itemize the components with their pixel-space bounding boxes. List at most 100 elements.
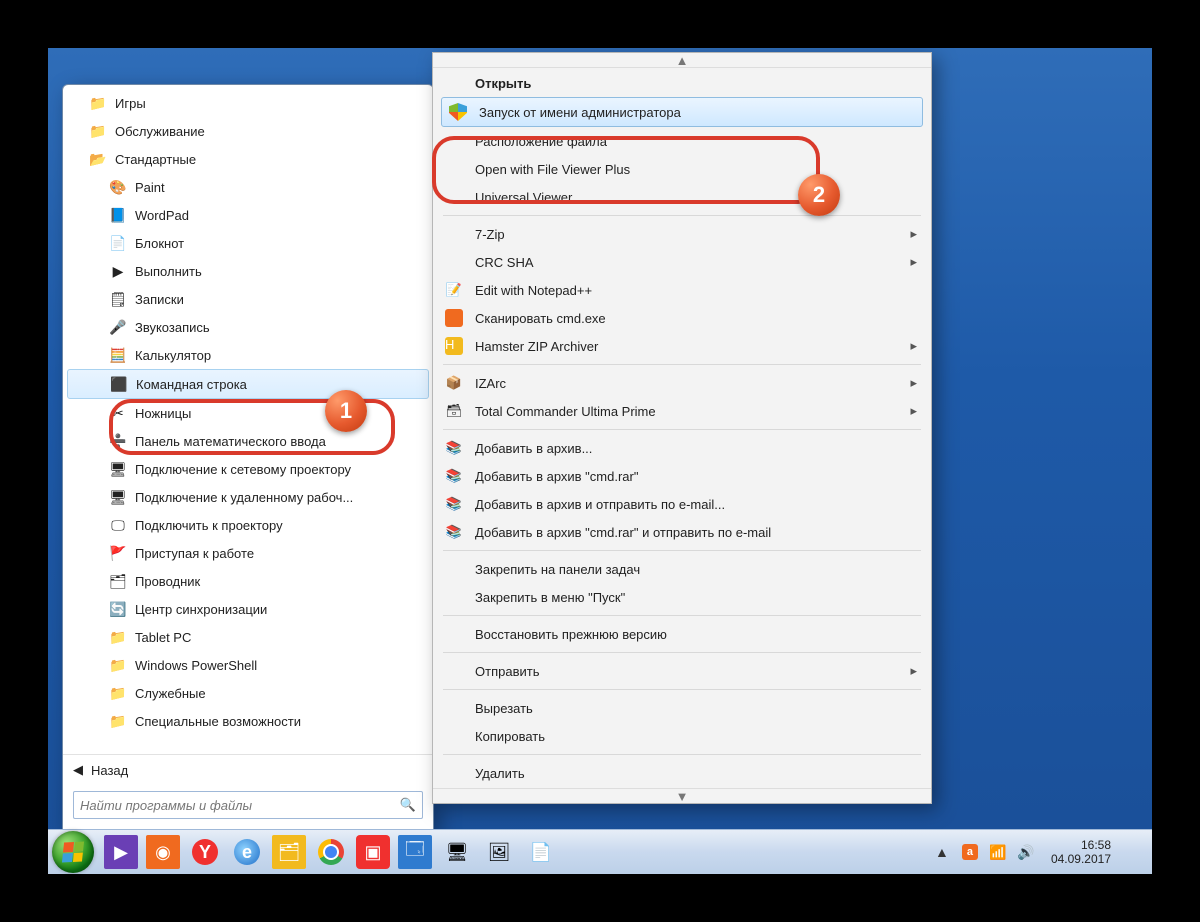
avast-icon <box>443 307 465 329</box>
label: Добавить в архив... <box>475 441 592 456</box>
taskbar-yandex-icon[interactable]: Y <box>188 835 222 869</box>
folder-icon: 📁 <box>109 628 127 646</box>
flag-icon: 🚩 <box>109 544 127 562</box>
ctx-send-to[interactable]: Отправить▸ <box>437 657 927 685</box>
ctx-pin-taskbar[interactable]: Закрепить на панели задач <box>437 555 927 583</box>
taskbar-ie-icon[interactable]: e <box>230 835 264 869</box>
start-item-sticky[interactable]: 🗒Записки <box>63 285 433 313</box>
taskbar-wmp-icon[interactable]: ◉ <box>146 835 180 869</box>
ctx-restore[interactable]: Восстановить прежнюю версию <box>437 620 927 648</box>
taskbar-app-icon[interactable]: 🗔 <box>398 835 432 869</box>
back-arrow-icon: ◀ <box>73 762 83 778</box>
label: Open with File Viewer Plus <box>475 162 630 177</box>
start-item-run[interactable]: ▶Выполнить <box>63 257 433 285</box>
ctx-cut[interactable]: Вырезать <box>437 694 927 722</box>
start-folder-maintenance[interactable]: 📁Обслуживание <box>63 117 433 145</box>
start-item-soundrec[interactable]: 🎤Звукозапись <box>63 313 433 341</box>
ctx-rar-cmd-mail[interactable]: 📚Добавить в архив "cmd.rar" и отправить … <box>437 518 927 546</box>
start-item-sync[interactable]: 🔄Центр синхронизации <box>63 595 433 623</box>
label: Блокнот <box>135 236 184 251</box>
start-item-snip[interactable]: ✂Ножницы <box>63 399 433 427</box>
start-item-paint[interactable]: 🎨Paint <box>63 173 433 201</box>
start-item-wordpad[interactable]: 📘WordPad <box>63 201 433 229</box>
taskbar-chrome-icon[interactable] <box>314 835 348 869</box>
label: Подключение к сетевому проектору <box>135 462 351 477</box>
ctx-notepadpp[interactable]: 📝Edit with Notepad++ <box>437 276 927 304</box>
label: Игры <box>115 96 146 111</box>
label: Universal Viewer <box>475 190 572 205</box>
desktop: 📁Игры 📁Обслуживание 📂Стандартные 🎨Paint … <box>48 48 1152 874</box>
ctx-run-as-admin[interactable]: Запуск от имени администратора <box>441 97 923 127</box>
ctx-copy[interactable]: Копировать <box>437 722 927 750</box>
start-search-input[interactable]: Найти программы и файлы 🔍 <box>73 791 423 819</box>
sync-icon: 🔄 <box>109 600 127 618</box>
taskbar-explorer-icon[interactable]: 🗂 <box>272 835 306 869</box>
label: CRC SHA <box>475 255 534 270</box>
blank-icon <box>443 697 465 719</box>
ctx-open[interactable]: Открыть <box>437 69 927 97</box>
start-button[interactable] <box>52 831 94 873</box>
context-scroll-down[interactable]: ▼ <box>433 788 931 803</box>
ctx-tcup[interactable]: 🗃Total Commander Ultima Prime▸ <box>437 397 927 425</box>
start-item-mathpanel[interactable]: ➗Панель математического ввода <box>63 427 433 455</box>
folder-icon: 📁 <box>109 712 127 730</box>
ctx-fileviewer[interactable]: Open with File Viewer Plus <box>437 155 927 183</box>
label: Восстановить прежнюю версию <box>475 627 667 642</box>
start-folder-access[interactable]: 📁Специальные возможности <box>63 707 433 735</box>
winrar-icon: 📚 <box>443 521 465 543</box>
start-folder-games[interactable]: 📁 Игры <box>63 89 433 117</box>
start-item-explorer[interactable]: 🗂Проводник <box>63 567 433 595</box>
ctx-file-location[interactable]: Расположение файла <box>437 127 927 155</box>
ctx-rar-mail[interactable]: 📚Добавить в архив и отправить по e-mail.… <box>437 490 927 518</box>
start-item-rdp[interactable]: 🖥Подключение к удаленному рабоч... <box>63 483 433 511</box>
taskbar-app-icon[interactable]: 🖥 <box>440 835 474 869</box>
tray-show-hidden-icon[interactable]: ▲ <box>933 843 951 861</box>
tray-network-icon[interactable]: 📶 <box>989 843 1007 861</box>
start-item-cmd[interactable]: ⬛Командная строка <box>67 369 429 399</box>
taskbar-media-icon[interactable]: ▶ <box>104 835 138 869</box>
folder-icon: 📁 <box>89 94 107 112</box>
ctx-hamster[interactable]: HHamster ZIP Archiver▸ <box>437 332 927 360</box>
ctx-pin-start[interactable]: Закрепить в меню "Пуск" <box>437 583 927 611</box>
start-folder-tablet[interactable]: 📁Tablet PC <box>63 623 433 651</box>
ctx-delete[interactable]: Удалить <box>437 759 927 787</box>
taskbar-app-icon[interactable]: 📄 <box>524 835 558 869</box>
blank-icon <box>443 586 465 608</box>
start-item-netproj[interactable]: 🖥Подключение к сетевому проектору <box>63 455 433 483</box>
ctx-rar-cmd[interactable]: 📚Добавить в архив "cmd.rar" <box>437 462 927 490</box>
wordpad-icon: 📘 <box>109 206 127 224</box>
start-item-calc[interactable]: 🧮Калькулятор <box>63 341 433 369</box>
start-item-projector[interactable]: 🖵Подключить к проектору <box>63 511 433 539</box>
notepad-icon: 📄 <box>109 234 127 252</box>
start-folder-accessories[interactable]: 📂Стандартные <box>63 145 433 173</box>
calc-icon: 🧮 <box>109 346 127 364</box>
label: Проводник <box>135 574 200 589</box>
ctx-universal-viewer[interactable]: Universal Viewer <box>437 183 927 211</box>
ctx-7zip[interactable]: 7-Zip▸ <box>437 220 927 248</box>
start-back-button[interactable]: ◀Назад <box>63 754 433 785</box>
submenu-arrow-icon: ▸ <box>910 226 917 242</box>
label: Вырезать <box>475 701 533 716</box>
label: Обслуживание <box>115 124 205 139</box>
ctx-izarc[interactable]: 📦IZArc▸ <box>437 369 927 397</box>
taskbar-app-icon[interactable]: 🖼 <box>482 835 516 869</box>
taskbar-clock[interactable]: 16:58 04.09.2017 <box>1045 836 1117 868</box>
blank-icon <box>443 660 465 682</box>
taskbar-app-icon[interactable]: ▣ <box>356 835 390 869</box>
context-scroll-up[interactable]: ▲ <box>433 53 931 68</box>
label: Подключение к удаленному рабоч... <box>135 490 353 505</box>
start-menu: 📁Игры 📁Обслуживание 📂Стандартные 🎨Paint … <box>62 84 434 830</box>
ctx-crc-sha[interactable]: CRC SHA▸ <box>437 248 927 276</box>
ctx-rar-add[interactable]: 📚Добавить в архив... <box>437 434 927 462</box>
start-folder-service[interactable]: 📁Служебные <box>63 679 433 707</box>
ctx-scan[interactable]: Сканировать cmd.exe <box>437 304 927 332</box>
paint-icon: 🎨 <box>109 178 127 196</box>
start-folder-powershell[interactable]: 📁Windows PowerShell <box>63 651 433 679</box>
start-item-getstarted[interactable]: 🚩Приступая к работе <box>63 539 433 567</box>
tray-volume-icon[interactable]: 🔊 <box>1017 843 1035 861</box>
separator <box>443 364 921 365</box>
mic-icon: 🎤 <box>109 318 127 336</box>
label: Ножницы <box>135 406 191 421</box>
start-item-notepad[interactable]: 📄 Блокнот <box>63 229 433 257</box>
tray-avast-icon[interactable]: a <box>961 843 979 861</box>
